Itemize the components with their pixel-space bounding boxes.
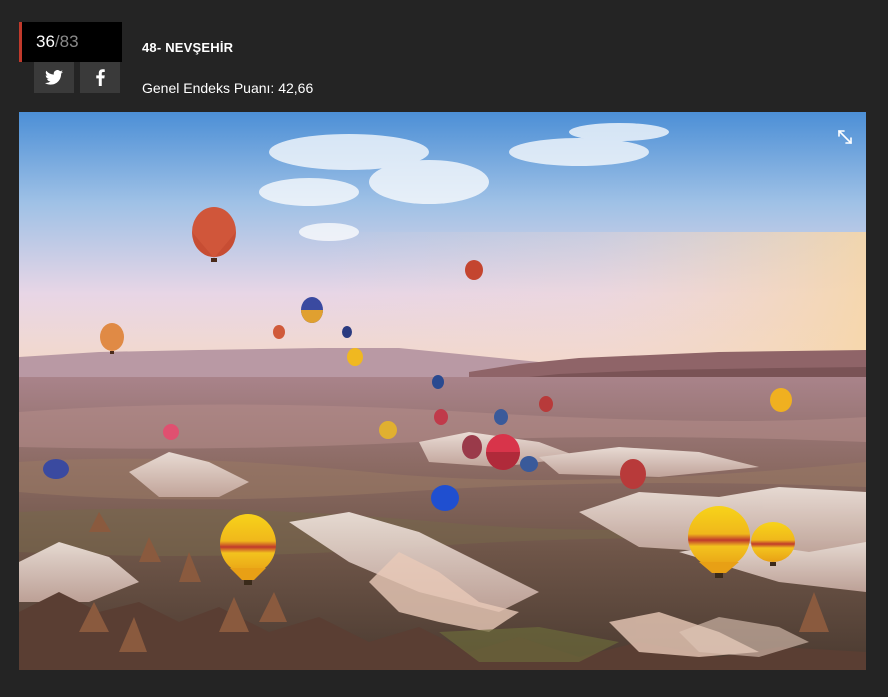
expand-icon[interactable] bbox=[836, 128, 854, 146]
index-score-text: Genel Endeks Puanı: 42,66 bbox=[142, 80, 314, 96]
slide-counter-current: 36 bbox=[36, 32, 55, 51]
gallery-photo[interactable] bbox=[19, 112, 866, 670]
facebook-share-button[interactable] bbox=[80, 62, 120, 93]
slide-counter: 36/83 bbox=[19, 22, 122, 62]
item-title: 48- NEVŞEHİR bbox=[142, 40, 234, 55]
twitter-share-button[interactable] bbox=[34, 62, 74, 93]
slide-counter-total: 83 bbox=[59, 32, 79, 51]
facebook-icon bbox=[95, 69, 105, 86]
cappadocia-balloons-image bbox=[19, 112, 866, 670]
twitter-icon bbox=[45, 70, 63, 85]
